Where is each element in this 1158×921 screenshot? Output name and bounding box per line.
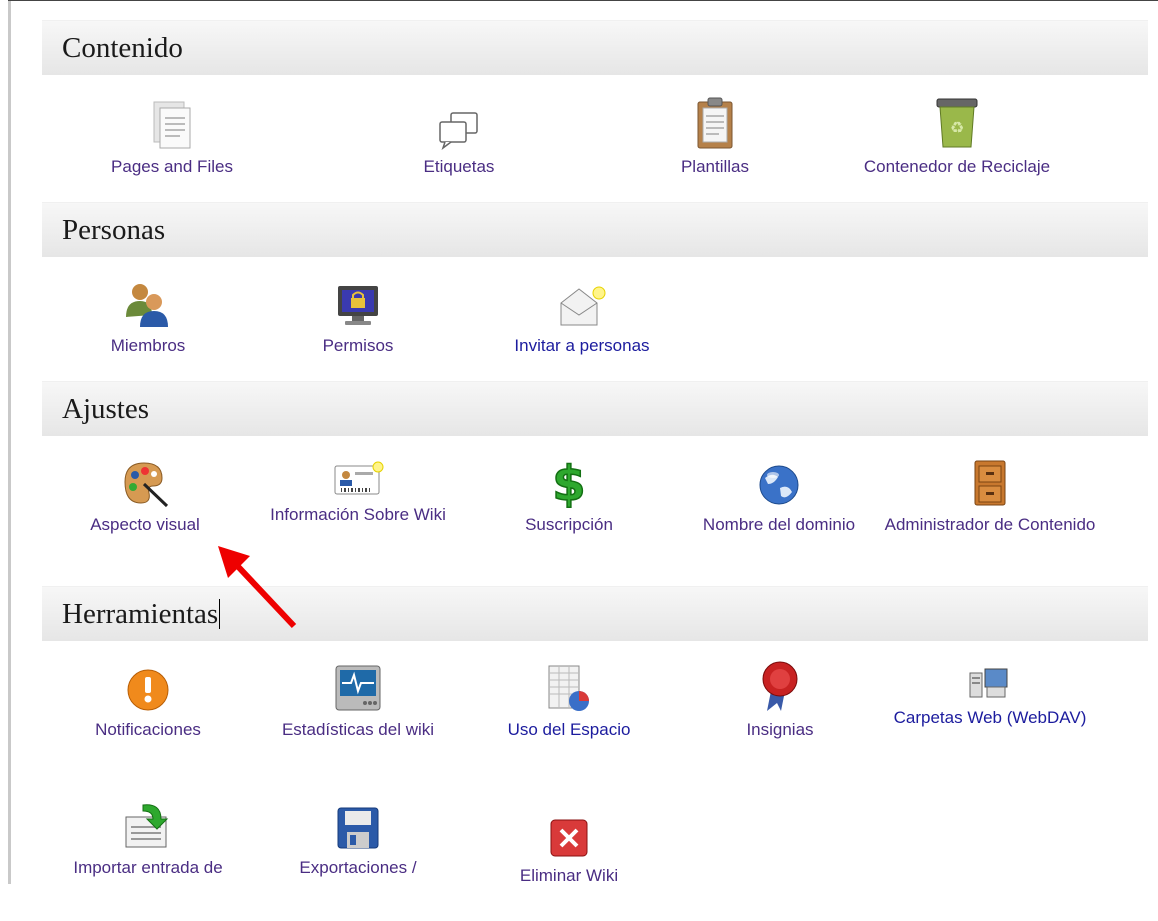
item-informacion-sobre-wiki[interactable]: Información Sobre Wiki	[248, 458, 468, 526]
svg-text:♻: ♻	[950, 118, 964, 137]
item-label: Nombre del dominio	[702, 515, 856, 534]
item-label: Carpetas Web (WebDAV)	[893, 708, 1087, 727]
palette-icon	[124, 462, 169, 508]
item-importar-entrada[interactable]: Importar entrada de	[38, 801, 258, 879]
item-label: Notificaciones	[95, 720, 201, 739]
item-label: Aspecto visual	[90, 515, 200, 534]
item-label: Invitar a personas	[514, 336, 650, 355]
item-label: Pages and Files	[111, 157, 233, 176]
section-header-contenido: Contenido	[42, 20, 1148, 75]
webdav-icon	[969, 668, 1008, 698]
annotation-arrow	[218, 546, 297, 629]
section-title: Contenido	[62, 31, 183, 64]
item-contenedor-de-reciclaje[interactable]: ♻ Contenedor de Reciclaje	[837, 98, 1077, 178]
section-header-herramientas: Herramientas	[42, 586, 1148, 641]
item-label: Uso del Espacio	[507, 720, 631, 739]
dollar-icon: $	[552, 455, 587, 508]
svg-text:$: $	[552, 456, 585, 508]
item-carpetas-web-webdav[interactable]: Carpetas Web (WebDAV)	[880, 663, 1100, 729]
item-label: Permisos	[322, 336, 394, 355]
item-label: Contenedor de Reciclaje	[863, 157, 1051, 176]
item-eliminar-wiki[interactable]: Eliminar Wiki	[459, 809, 679, 887]
section-title: Ajustes	[62, 392, 149, 425]
cabinet-icon	[974, 460, 1006, 506]
pages-files-icon	[153, 101, 191, 149]
permissions-icon	[338, 286, 378, 325]
item-label: Etiquetas	[423, 157, 495, 176]
admin-panel: Contenido Pages and Files Etiquetas Plan…	[42, 20, 1148, 921]
item-miembros[interactable]: Miembros	[38, 279, 258, 357]
item-permisos[interactable]: Permisos	[248, 279, 468, 357]
section-title: Personas	[62, 213, 166, 246]
window-left-border	[0, 0, 11, 884]
item-administrador-de-contenido[interactable]: Administrador de Contenido	[880, 458, 1100, 536]
item-insignias[interactable]: Insignias	[670, 661, 890, 741]
invite-icon	[560, 286, 606, 326]
item-label: Administrador de Contenido	[884, 515, 1096, 534]
templates-icon	[697, 97, 733, 149]
item-uso-del-espacio[interactable]: Uso del Espacio	[459, 663, 679, 741]
floppy-export-icon	[337, 807, 379, 849]
recycle-bin-icon: ♻	[936, 98, 978, 148]
section-row-herramientas: Notificaciones Estadísticas del wiki Uso…	[42, 641, 1148, 921]
item-exportaciones[interactable]: Exportaciones /	[248, 801, 468, 879]
item-etiquetas[interactable]: Etiquetas	[349, 100, 569, 178]
badge-icon	[762, 661, 798, 711]
item-aspecto-visual[interactable]: Aspecto visual	[35, 458, 255, 536]
item-nombre-del-dominio[interactable]: Nombre del dominio	[664, 458, 894, 536]
item-estadisticas-del-wiki[interactable]: Estadísticas del wiki	[248, 663, 468, 741]
section-row-contenido: Pages and Files Etiquetas Plantillas ♻ C…	[42, 75, 1148, 202]
item-pages-and-files[interactable]: Pages and Files	[62, 100, 282, 178]
item-label: Miembros	[110, 336, 186, 355]
tags-icon	[439, 112, 478, 150]
globe-icon	[759, 465, 799, 505]
id-card-icon	[334, 461, 384, 495]
item-label: Estadísticas del wiki	[281, 720, 435, 739]
item-invitar-a-personas[interactable]: Invitar a personas	[472, 279, 692, 357]
window-top-border	[8, 0, 1158, 1]
item-label: Exportaciones /	[299, 858, 417, 877]
item-label: Suscripción	[525, 515, 613, 534]
item-label: Insignias	[746, 720, 814, 739]
stats-monitor-icon	[335, 665, 381, 711]
item-label: Información Sobre Wiki	[270, 505, 446, 524]
item-suscripcion[interactable]: $ Suscripción	[459, 455, 679, 536]
item-label: Plantillas	[680, 157, 750, 176]
import-news-icon	[125, 804, 169, 848]
section-header-ajustes: Ajustes	[42, 381, 1148, 436]
item-notificaciones[interactable]: Notificaciones	[38, 663, 258, 741]
delete-icon	[550, 819, 588, 857]
item-label: Importar entrada de	[73, 858, 223, 877]
section-row-personas: Miembros Permisos Invitar a personas	[42, 257, 1148, 381]
section-row-ajustes: Aspecto visual Información Sobre Wiki $	[42, 436, 1148, 586]
space-usage-icon	[548, 665, 589, 711]
section-header-personas: Personas	[42, 202, 1148, 257]
alert-icon	[127, 669, 169, 711]
section-title: Herramientas	[62, 597, 219, 630]
item-plantillas[interactable]: Plantillas	[605, 97, 825, 178]
members-icon	[126, 284, 168, 327]
